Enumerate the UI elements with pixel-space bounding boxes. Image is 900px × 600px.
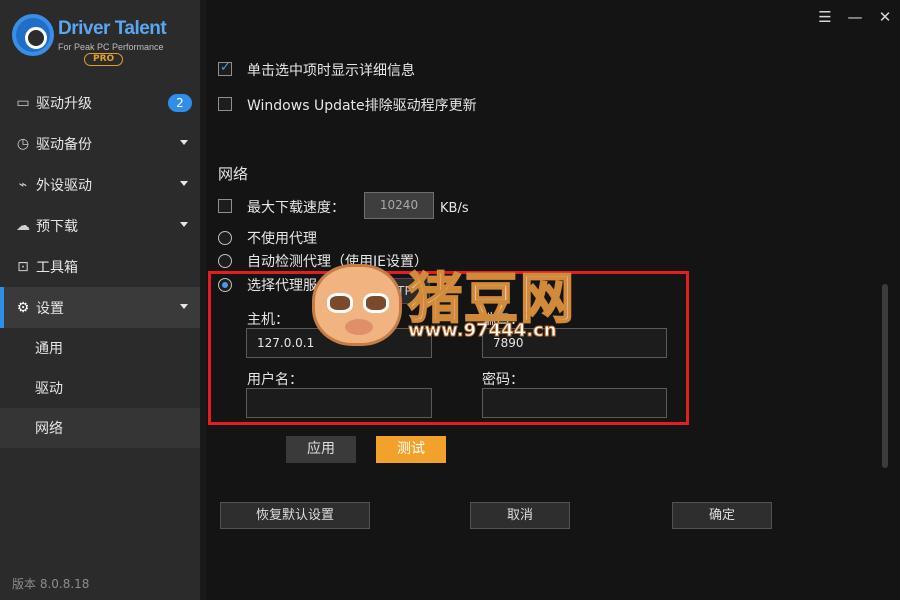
sidebar: Driver Talent For Peak PC Performance PR…	[0, 0, 200, 600]
watermark-url: www.97444.cn	[408, 320, 558, 342]
monitor-icon: ▭	[16, 94, 30, 111]
logo-gear-icon	[12, 14, 54, 56]
sidebar-item-label: 工具箱	[36, 259, 78, 276]
max-speed-checkbox[interactable]	[218, 199, 232, 213]
sidebar-nav: ▭ 驱动升级 2 ◷ 驱动备份 ⌁ 外设驱动 ☁ 预下载 ⊡ 工具箱 ⚙ 设置 …	[0, 82, 200, 448]
speed-unit-label: KB/s	[440, 201, 469, 216]
backup-icon: ◷	[16, 135, 30, 152]
mascot-eye-left	[327, 293, 353, 313]
max-speed-label: 最大下载速度：	[247, 200, 345, 216]
cloud-download-icon: ☁	[16, 217, 30, 234]
sidebar-subitem-network[interactable]: 网络	[0, 408, 200, 448]
restore-defaults-button[interactable]: 恢复默认设置	[220, 502, 370, 529]
sidebar-subitem-general[interactable]: 通用	[0, 328, 200, 368]
cancel-button[interactable]: 取消	[470, 502, 570, 529]
sidebar-item-driver-backup[interactable]: ◷ 驱动备份	[0, 123, 200, 164]
sidebar-subitem-drivers[interactable]: 驱动	[0, 368, 200, 408]
chevron-down-icon	[180, 304, 188, 309]
sidebar-item-label: 驱动升级	[36, 95, 92, 112]
sidebar-item-label: 设置	[36, 300, 64, 317]
chevron-down-icon	[180, 222, 188, 227]
scrollbar[interactable]	[882, 284, 888, 468]
close-icon[interactable]: ✕	[874, 6, 896, 28]
watermark: 猪豆网 www.97444.cn	[312, 258, 592, 358]
menu-icon[interactable]: ☰	[814, 6, 836, 28]
sidebar-item-label: 驱动备份	[36, 136, 92, 153]
brand-title: Driver Talent	[58, 18, 167, 39]
app-logo: Driver Talent For Peak PC Performance PR…	[12, 12, 192, 72]
sidebar-item-label: 外设驱动	[36, 177, 92, 194]
network-section-title: 网络	[218, 165, 249, 183]
pig-mascot-icon	[312, 264, 402, 346]
show-details-checkbox[interactable]	[218, 60, 232, 76]
sidebar-item-settings[interactable]: ⚙ 设置	[0, 287, 200, 328]
test-button[interactable]: 测试	[376, 436, 446, 463]
brand-edition-badge: PRO	[84, 53, 124, 66]
version-label: 版本 8.0.8.18	[12, 577, 90, 591]
auto-proxy-radio[interactable]	[218, 254, 232, 268]
sidebar-item-driver-update[interactable]: ▭ 驱动升级 2	[0, 82, 200, 123]
title-bar: ☰ — ✕	[200, 0, 900, 34]
usb-icon: ⌁	[18, 176, 28, 193]
mascot-snout	[345, 319, 373, 335]
sidebar-item-pre-download[interactable]: ☁ 预下载	[0, 205, 200, 246]
chevron-down-icon	[180, 181, 188, 186]
no-proxy-radio[interactable]	[218, 231, 232, 245]
update-count-badge: 2	[168, 94, 192, 112]
toolbox-icon: ⊡	[17, 258, 29, 275]
mascot-eye-right	[363, 293, 389, 313]
no-proxy-label: 不使用代理	[247, 231, 317, 247]
apply-button[interactable]: 应用	[286, 436, 356, 463]
brand-subtitle: For Peak PC Performance	[58, 42, 164, 52]
minimize-icon[interactable]: —	[844, 6, 866, 28]
exclude-windows-update-label: Windows Update排除驱动程序更新	[247, 98, 477, 114]
chevron-down-icon	[180, 140, 188, 145]
show-details-label: 单击选中项时显示详细信息	[247, 63, 415, 79]
max-speed-input[interactable]: 10240	[364, 192, 434, 219]
gear-icon: ⚙	[16, 299, 30, 316]
sidebar-item-label: 预下载	[36, 218, 78, 235]
exclude-windows-update-checkbox[interactable]	[218, 97, 232, 111]
ok-button[interactable]: 确定	[672, 502, 772, 529]
sidebar-item-toolbox[interactable]: ⊡ 工具箱	[0, 246, 200, 287]
sidebar-item-peripheral-drivers[interactable]: ⌁ 外设驱动	[0, 164, 200, 205]
